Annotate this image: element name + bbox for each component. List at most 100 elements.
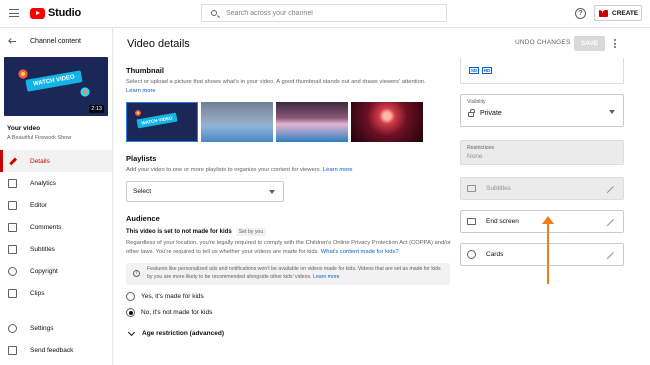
top-bar: Studio ? CREATE bbox=[0, 0, 650, 28]
audience-info-text: Features like personalized ads and notif… bbox=[147, 266, 443, 281]
playlists-section: Playlists Add your video to one or more … bbox=[126, 154, 452, 202]
made-for-kids-yes-option[interactable]: Yes, it's made for kids bbox=[126, 292, 452, 301]
radio-button[interactable] bbox=[126, 308, 135, 317]
main-panel: Video details UNDO CHANGES SAVE Thumbnai… bbox=[114, 28, 650, 365]
details-form: Thumbnail Select or upload a picture tha… bbox=[126, 66, 452, 337]
sidebar-item-clips[interactable]: Clips bbox=[0, 282, 112, 304]
radio-label: No, it's not made for kids bbox=[141, 309, 213, 316]
sidebar-item-editor[interactable]: Editor bbox=[0, 194, 112, 216]
thumbnail-learn-more-link[interactable]: Learn more bbox=[126, 88, 156, 94]
playlist-select[interactable]: Select bbox=[126, 181, 284, 202]
playlists-description: Add your video to one or more playlists … bbox=[126, 166, 452, 175]
annotation-arrow bbox=[542, 216, 554, 284]
edit-pencil-icon[interactable] bbox=[606, 251, 615, 260]
sidebar-item-label: Clips bbox=[30, 289, 45, 297]
create-button[interactable]: CREATE bbox=[594, 5, 642, 21]
youtube-play-icon bbox=[30, 7, 45, 19]
playlists-description-text: Add your video to one or more playlists … bbox=[126, 167, 322, 173]
edit-pencil-icon bbox=[606, 185, 615, 194]
radio-button[interactable] bbox=[126, 292, 135, 301]
menu-icon[interactable] bbox=[9, 9, 19, 17]
hd-badge: HD bbox=[482, 67, 492, 74]
sidebar-nav: Details Analytics Editor Comments Subtit… bbox=[0, 150, 112, 304]
sidebar-item-comments[interactable]: Comments bbox=[0, 216, 112, 238]
audience-section-title: Audience bbox=[126, 214, 160, 223]
video-duration: 2:13 bbox=[89, 105, 104, 113]
sidebar-item-send-feedback[interactable]: Send feedback bbox=[0, 339, 112, 361]
made-for-kids-link[interactable]: What's content made for kids? bbox=[321, 249, 399, 255]
thumbnail-option-selected[interactable]: WATCH VIDEO bbox=[126, 102, 198, 142]
studio-logo[interactable]: Studio bbox=[30, 6, 81, 20]
video-title[interactable]: A Beautiful Firework Show bbox=[7, 135, 71, 141]
audience-info-learn-more-link[interactable]: Learn more bbox=[313, 274, 340, 280]
save-button[interactable]: SAVE bbox=[574, 36, 605, 51]
video-thumbnail[interactable]: WATCH VIDEO 2:13 bbox=[4, 57, 108, 116]
sidebar-item-copyright[interactable]: Copyright bbox=[0, 260, 112, 282]
visibility-select[interactable]: Visibility Private bbox=[460, 94, 624, 127]
audience-description-text: Regardless of your location, you're lega… bbox=[126, 240, 451, 255]
your-video-label: Your video bbox=[7, 125, 41, 132]
thumbnail-option[interactable] bbox=[276, 102, 348, 142]
clips-icon bbox=[8, 288, 17, 298]
more-options-icon[interactable] bbox=[614, 39, 617, 48]
sidebar-item-settings[interactable]: Settings bbox=[0, 317, 112, 339]
copyright-icon bbox=[8, 266, 17, 276]
search-box[interactable] bbox=[201, 4, 447, 22]
subtitles-row: Subtitles bbox=[460, 177, 624, 200]
playlists-section-title: Playlists bbox=[126, 154, 157, 163]
set-by-badge: Set by you bbox=[235, 228, 267, 236]
info-icon: i bbox=[133, 270, 140, 277]
sidebar-item-label: Editor bbox=[30, 201, 47, 209]
help-icon[interactable]: ? bbox=[575, 8, 586, 19]
page-title: Video details bbox=[127, 38, 190, 50]
thumbnail-option[interactable] bbox=[201, 102, 273, 142]
thumbnail-description: Select or upload a picture that shows wh… bbox=[126, 78, 452, 96]
sidebar-item-label: Send feedback bbox=[30, 346, 74, 354]
visibility-value: Private bbox=[480, 110, 502, 117]
subtitles-icon bbox=[8, 244, 17, 254]
sidebar-item-details[interactable]: Details bbox=[0, 150, 112, 172]
end-screen-label: End screen bbox=[486, 218, 519, 225]
sidebar-bottom-nav: Settings Send feedback bbox=[0, 317, 112, 361]
comments-icon bbox=[8, 222, 17, 232]
analytics-icon bbox=[8, 178, 17, 188]
sidebar-item-subtitles[interactable]: Subtitles bbox=[0, 238, 112, 260]
sidebar: Channel content WATCH VIDEO 2:13 Your vi… bbox=[0, 28, 113, 365]
cards-label: Cards bbox=[486, 251, 504, 258]
gear-icon bbox=[8, 323, 17, 333]
back-to-channel-content[interactable]: Channel content bbox=[8, 37, 81, 46]
logo-text: Studio bbox=[48, 7, 82, 19]
age-restriction-toggle[interactable]: Age restriction (advanced) bbox=[126, 328, 452, 337]
cards-info-icon bbox=[467, 250, 476, 259]
create-label: CREATE bbox=[612, 9, 639, 17]
audience-status-text: This video is set to not made for kids bbox=[126, 229, 232, 235]
undo-changes-button[interactable]: UNDO CHANGES bbox=[515, 39, 571, 46]
made-for-kids-no-option[interactable]: No, it's not made for kids bbox=[126, 308, 452, 317]
sidebar-item-analytics[interactable]: Analytics bbox=[0, 172, 112, 194]
search-input[interactable] bbox=[226, 7, 426, 19]
create-video-icon bbox=[599, 8, 608, 17]
pencil-icon bbox=[8, 157, 17, 166]
cards-row[interactable]: Cards bbox=[460, 243, 624, 266]
firework-graphic bbox=[74, 81, 96, 103]
video-quality-box: SD HD bbox=[460, 58, 624, 84]
age-restriction-label: Age restriction (advanced) bbox=[142, 330, 224, 337]
chevron-down-icon bbox=[127, 328, 136, 337]
back-arrow-icon bbox=[8, 37, 17, 46]
restrictions-field: Restrictions None bbox=[460, 140, 624, 165]
editor-icon bbox=[8, 200, 17, 210]
sidebar-item-label: Analytics bbox=[30, 179, 57, 187]
sidebar-item-label: Subtitles bbox=[30, 245, 55, 253]
feedback-icon bbox=[8, 345, 17, 355]
playlist-select-value: Select bbox=[133, 188, 152, 195]
audience-description: Regardless of your location, you're lega… bbox=[126, 239, 452, 257]
playlists-learn-more-link[interactable]: Learn more bbox=[323, 167, 353, 173]
end-screen-icon bbox=[467, 218, 476, 225]
edit-pencil-icon[interactable] bbox=[606, 218, 615, 227]
lock-icon bbox=[468, 109, 475, 117]
thumbnail-description-text: Select or upload a picture that shows wh… bbox=[126, 79, 426, 85]
audience-info-message: Features like personalized ads and notif… bbox=[147, 266, 441, 280]
thumbnail-option[interactable] bbox=[351, 102, 423, 142]
dropdown-caret-icon bbox=[269, 190, 275, 194]
restrictions-value: None bbox=[467, 153, 483, 160]
